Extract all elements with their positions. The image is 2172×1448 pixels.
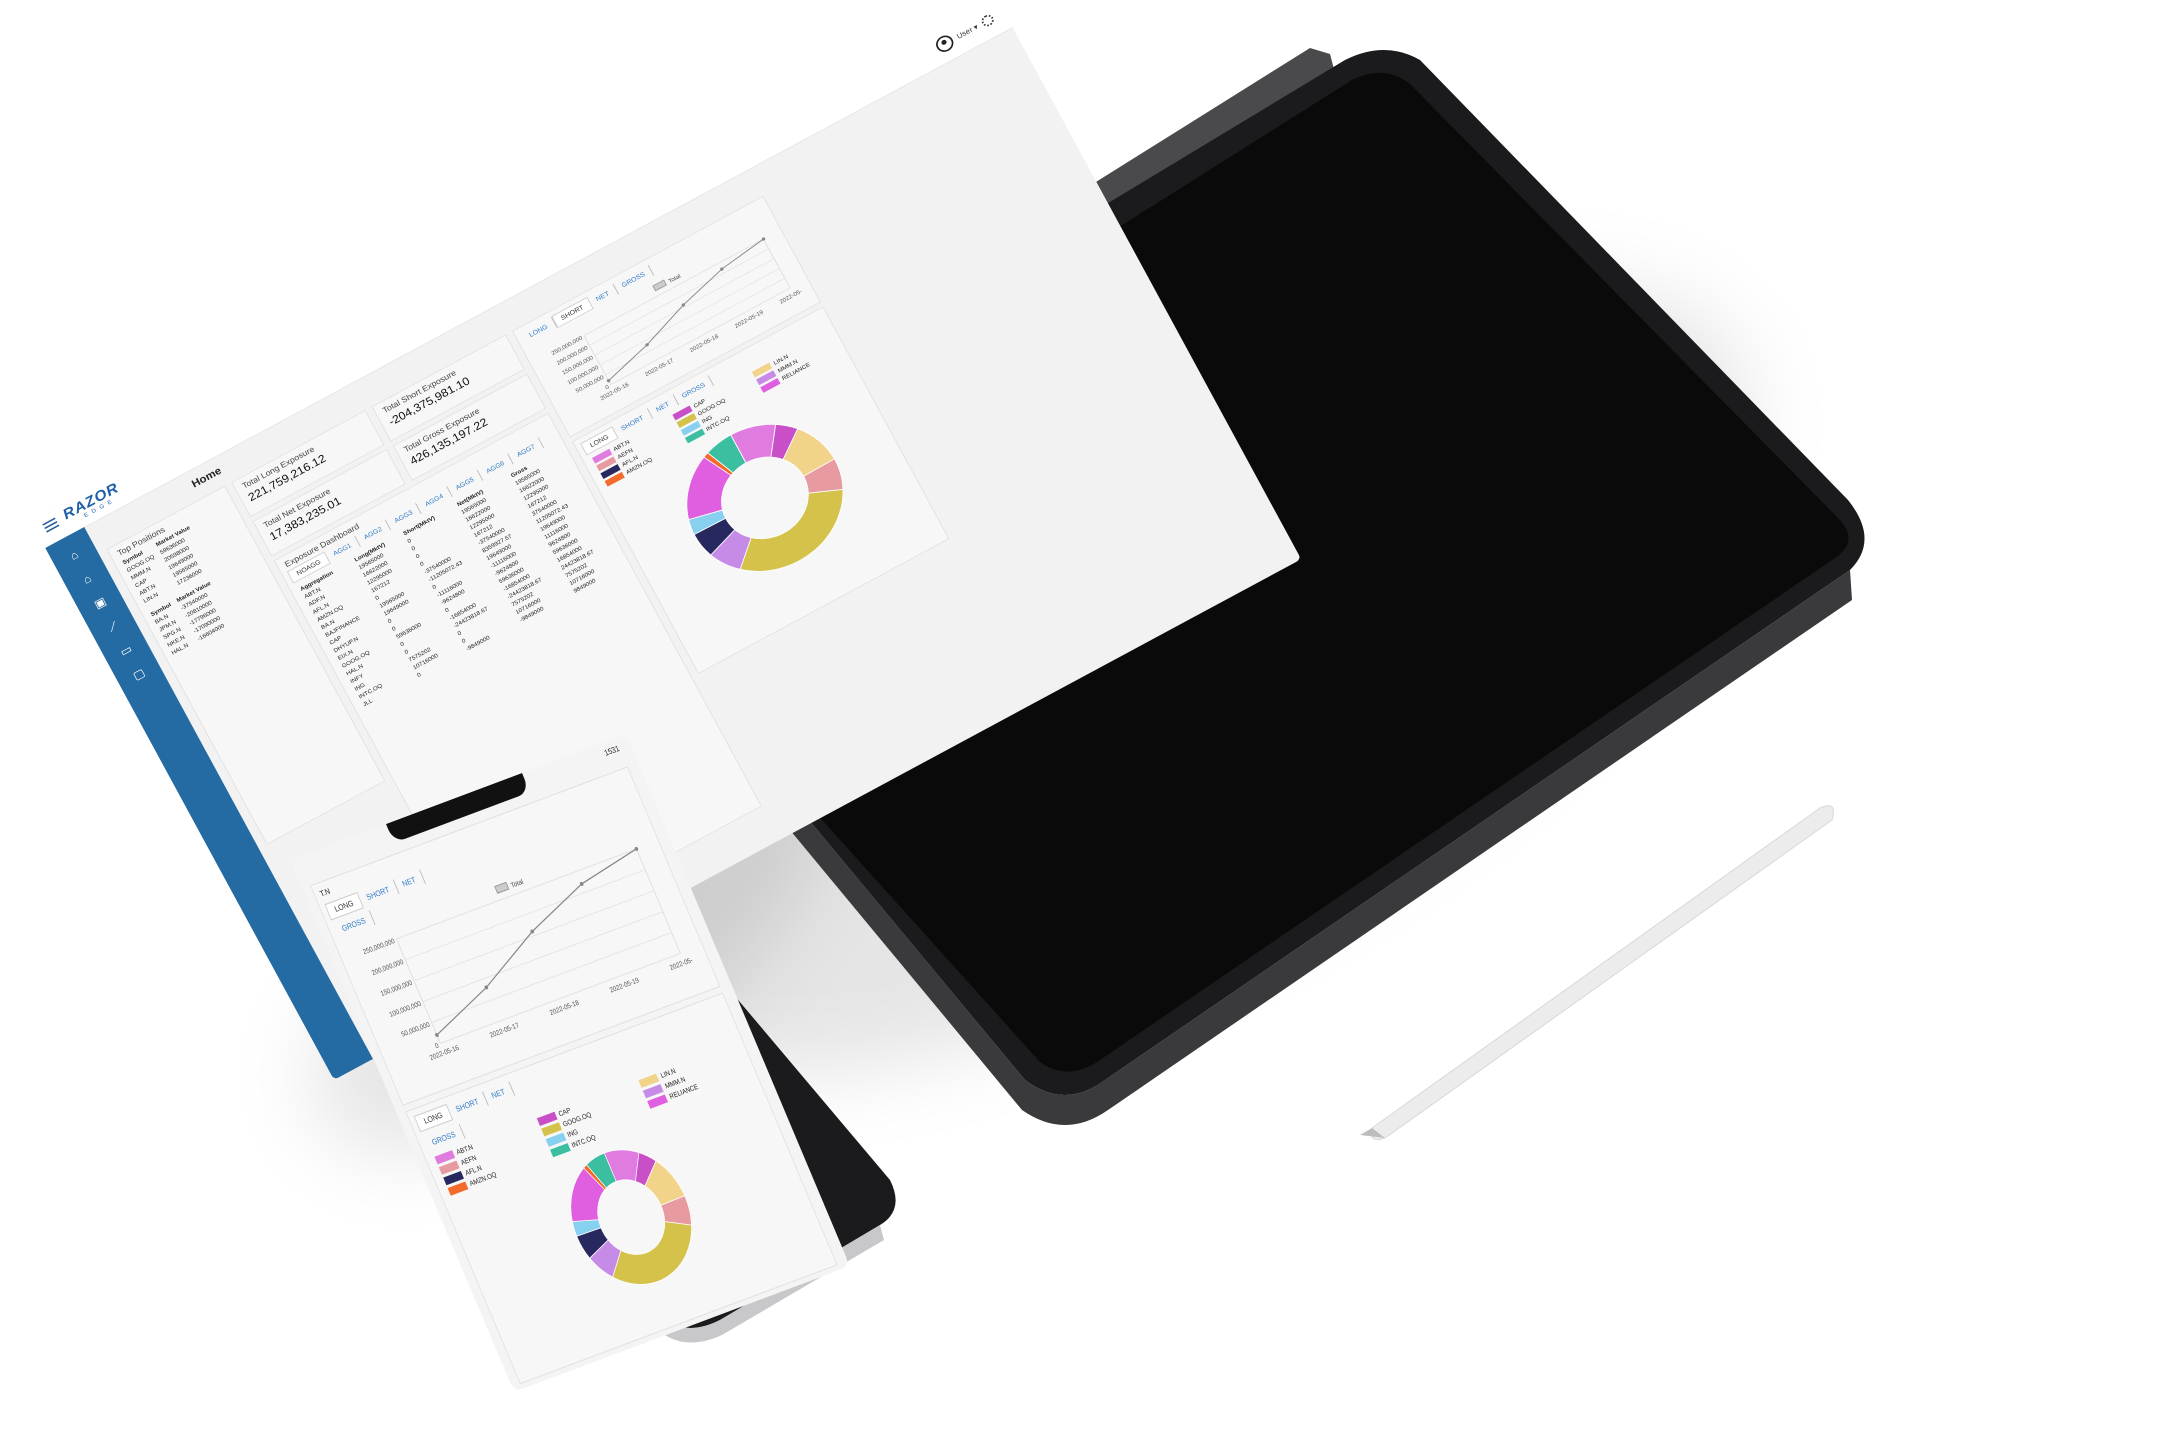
y-tick-label: 50,000,000 (400, 1021, 431, 1039)
user-avatar-icon[interactable] (933, 32, 957, 55)
tab-net[interactable]: NET (482, 1081, 515, 1106)
x-tick-label: 2022-05-19 (609, 977, 641, 995)
x-tick-label: 2022-05-16 (600, 382, 631, 402)
x-tick-label: 2022-05-18 (689, 334, 720, 354)
legend-label-total: Total (510, 878, 525, 890)
y-tick-label: 150,000,000 (380, 979, 414, 998)
y-tick-label: 250,000,000 (362, 938, 396, 957)
menu-icon[interactable] (42, 517, 60, 533)
x-tick-label: 2022-05-18 (549, 999, 581, 1017)
dashboard-icon[interactable]: ⌂ (64, 545, 85, 565)
legend-swatch-total (494, 881, 510, 894)
x-tick-label: 2022-05-19 (734, 310, 765, 330)
donut-slice-goog-oq (739, 488, 844, 572)
user-label[interactable]: User ▾ (955, 22, 979, 41)
legend-label: CAP (557, 1106, 572, 1118)
legend-label: ING (566, 1128, 580, 1139)
status-time: 1531 (602, 743, 621, 758)
x-tick-label: 2022-05-20 (779, 285, 806, 305)
x-tick-label: 2022-05-17 (489, 1022, 521, 1040)
x-tick-label: 2022-05-16 (429, 1044, 461, 1062)
home-icon[interactable]: ⌂ (77, 569, 98, 589)
analytics-icon[interactable]: ⟋ (103, 616, 124, 636)
gridline (413, 890, 655, 982)
legend-swatch-total (652, 279, 668, 292)
x-tick-label: 2022-05-20 (669, 954, 697, 972)
gridline (594, 258, 775, 356)
y-tick-label: 100,000,000 (388, 1000, 422, 1019)
y-tick-label: 0 (434, 1042, 440, 1050)
x-tick-label: 2022-05-17 (644, 358, 675, 378)
y-tick-label: 200,000,000 (371, 958, 405, 977)
chat-icon[interactable]: ▢ (128, 664, 149, 684)
reports-icon[interactable]: ▣ (90, 593, 111, 613)
legend-label-total: Total (668, 274, 682, 285)
gear-icon[interactable] (979, 12, 996, 29)
gridline (589, 248, 770, 346)
portfolio-icon[interactable]: ▭ (115, 640, 136, 660)
